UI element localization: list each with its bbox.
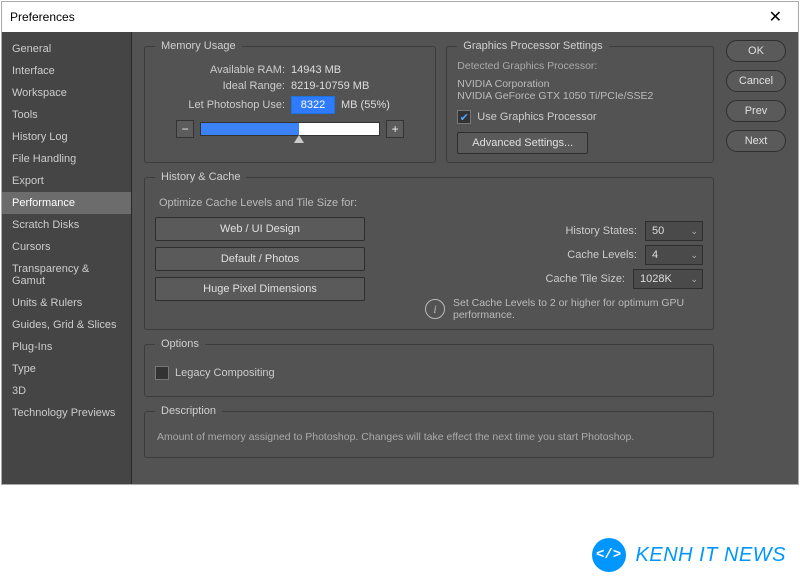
close-icon[interactable]: ✕ (761, 5, 790, 29)
info-icon: i (425, 299, 445, 319)
sidebar: GeneralInterfaceWorkspaceToolsHistory Lo… (2, 32, 132, 484)
sidebar-item-performance[interactable]: Performance (2, 192, 131, 214)
sidebar-item-guides-grid-slices[interactable]: Guides, Grid & Slices (2, 314, 131, 336)
sidebar-item-plug-ins[interactable]: Plug-Ins (2, 336, 131, 358)
memory-slider-thumb[interactable] (294, 135, 304, 143)
let-use-suffix: MB (55%) (341, 99, 390, 111)
let-use-input[interactable] (291, 96, 335, 114)
preset-huge-pixel-dimensions-button[interactable]: Huge Pixel Dimensions (155, 277, 365, 301)
gpu-detected-label: Detected Graphics Processor: (457, 60, 703, 72)
watermark-text: KENH IT NEWS (636, 544, 786, 567)
description-text: Amount of memory assigned to Photoshop. … (155, 425, 703, 449)
ideal-range-label: Ideal Range: (155, 80, 285, 92)
let-use-label: Let Photoshop Use: (155, 99, 285, 111)
legacy-compositing-checkbox[interactable]: Legacy Compositing (155, 366, 703, 380)
prev-button[interactable]: Prev (726, 100, 786, 122)
ideal-range-value: 8219-10759 MB (291, 80, 369, 92)
description-title: Description (155, 405, 222, 417)
available-ram-label: Available RAM: (155, 64, 285, 76)
action-buttons: OK Cancel Prev Next (726, 40, 786, 152)
available-ram-value: 14943 MB (291, 64, 341, 76)
cache-info-text: Set Cache Levels to 2 or higher for opti… (453, 297, 703, 321)
gpu-model: NVIDIA GeForce GTX 1050 Ti/PCIe/SSE2 (457, 90, 703, 102)
cache-tile-label: Cache Tile Size: (546, 273, 625, 285)
preset-web-ui-design-button[interactable]: Web / UI Design (155, 217, 365, 241)
sidebar-item-workspace[interactable]: Workspace (2, 82, 131, 104)
sidebar-item-units-rulers[interactable]: Units & Rulers (2, 292, 131, 314)
cancel-button[interactable]: Cancel (726, 70, 786, 92)
history-cache-subtitle: Optimize Cache Levels and Tile Size for: (159, 197, 703, 209)
watermark-logo-icon: </> (592, 538, 626, 572)
chevron-down-icon: ⌄ (690, 274, 702, 285)
chevron-down-icon: ⌄ (690, 250, 702, 261)
sidebar-item-general[interactable]: General (2, 38, 131, 60)
checkbox-icon: ✔ (457, 110, 471, 124)
sidebar-item-cursors[interactable]: Cursors (2, 236, 131, 258)
sidebar-item-interface[interactable]: Interface (2, 60, 131, 82)
cache-preset-buttons: Web / UI Design Default / Photos Huge Pixe… (155, 217, 365, 321)
plus-icon: + (392, 122, 399, 136)
history-cache-title: History & Cache (155, 171, 246, 183)
history-states-select[interactable]: 50⌄ (645, 221, 703, 241)
gpu-vendor: NVIDIA Corporation (457, 78, 703, 90)
cache-tile-select[interactable]: 1028K⌄ (633, 269, 703, 289)
sidebar-item-export[interactable]: Export (2, 170, 131, 192)
gpu-settings-group: Graphics Processor Settings Detected Gra… (446, 40, 714, 163)
sidebar-item-technology-previews[interactable]: Technology Previews (2, 402, 131, 424)
chevron-down-icon: ⌄ (690, 226, 702, 237)
cache-levels-select[interactable]: 4⌄ (645, 245, 703, 265)
sidebar-item-transparency-gamut[interactable]: Transparency & Gamut (2, 258, 131, 292)
use-gpu-label: Use Graphics Processor (477, 111, 596, 123)
sidebar-item-3d[interactable]: 3D (2, 380, 131, 402)
memory-slider-fill (201, 123, 299, 135)
window-body: GeneralInterfaceWorkspaceToolsHistory Lo… (2, 32, 798, 484)
window-title: Preferences (10, 10, 75, 24)
history-cache-group: History & Cache Optimize Cache Levels an… (144, 171, 714, 330)
sidebar-item-type[interactable]: Type (2, 358, 131, 380)
minus-icon: − (182, 122, 189, 136)
checkbox-icon (155, 366, 169, 380)
preset-default-photos-button[interactable]: Default / Photos (155, 247, 365, 271)
history-states-label: History States: (565, 225, 637, 237)
watermark: </> KENH IT NEWS (592, 538, 786, 572)
sidebar-item-file-handling[interactable]: File Handling (2, 148, 131, 170)
sidebar-item-history-log[interactable]: History Log (2, 126, 131, 148)
memory-increase-button[interactable]: + (386, 120, 404, 138)
legacy-compositing-label: Legacy Compositing (175, 367, 275, 379)
use-gpu-checkbox[interactable]: ✔ Use Graphics Processor (457, 110, 703, 124)
sidebar-item-tools[interactable]: Tools (2, 104, 131, 126)
gpu-settings-title: Graphics Processor Settings (457, 40, 608, 52)
titlebar: Preferences ✕ (2, 2, 798, 32)
main-panel: OK Cancel Prev Next Memory Usage Availab… (132, 32, 798, 484)
memory-usage-title: Memory Usage (155, 40, 242, 52)
advanced-settings-button[interactable]: Advanced Settings... (457, 132, 588, 154)
memory-usage-group: Memory Usage Available RAM: 14943 MB Ide… (144, 40, 436, 163)
options-group: Options Legacy Compositing (144, 338, 714, 397)
memory-slider[interactable] (200, 122, 380, 136)
next-button[interactable]: Next (726, 130, 786, 152)
ok-button[interactable]: OK (726, 40, 786, 62)
cache-levels-label: Cache Levels: (567, 249, 637, 261)
preferences-window: Preferences ✕ GeneralInterfaceWorkspaceT… (1, 1, 799, 485)
sidebar-item-scratch-disks[interactable]: Scratch Disks (2, 214, 131, 236)
memory-decrease-button[interactable]: − (176, 120, 194, 138)
options-title: Options (155, 338, 205, 350)
description-group: Description Amount of memory assigned to… (144, 405, 714, 458)
